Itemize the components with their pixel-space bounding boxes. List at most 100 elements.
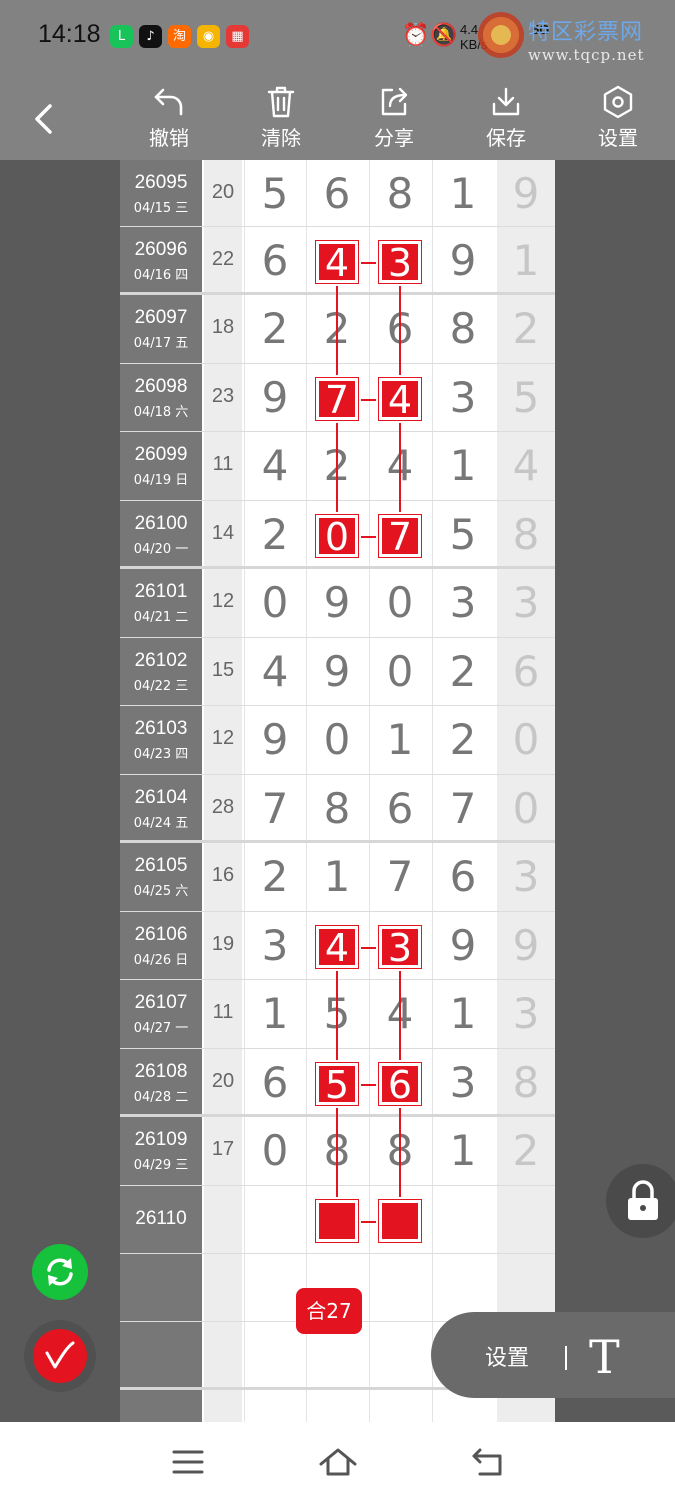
extra-digit-cell[interactable]: 0 [497,779,555,839]
marked-digit[interactable]: 7 [316,378,358,420]
digit-cell[interactable]: 7 [432,779,494,839]
digit-cell[interactable]: 1 [432,436,494,496]
extra-digit-cell[interactable]: 8 [497,505,555,565]
table-row: 26102 04/22 三 15 4 9 0 2 6 [120,638,555,706]
digit-cell[interactable]: 9 [306,573,368,633]
marked-digit[interactable] [379,1200,421,1242]
digit-cell[interactable]: 0 [244,1121,306,1181]
extra-digit-cell[interactable]: 1 [497,231,555,291]
digit-cell[interactable]: 7 [369,847,431,907]
digit-cell[interactable]: 1 [306,847,368,907]
marked-digit[interactable]: 3 [379,926,421,968]
digit-cell[interactable]: 2 [244,847,306,907]
digit-cell[interactable]: 9 [244,710,306,770]
marked-digit[interactable]: 6 [379,1063,421,1105]
network-speed-value: 4.4 [460,22,479,37]
marked-digit[interactable]: 4 [316,926,358,968]
home-button[interactable] [316,1442,360,1482]
text-tool-icon[interactable]: T [589,1330,620,1384]
share-button[interactable]: 分享 [349,80,439,156]
extra-digit-cell[interactable]: 2 [497,1121,555,1181]
digit-cell[interactable]: 5 [244,164,306,224]
marked-digit[interactable]: 4 [316,241,358,283]
digit-cell[interactable]: 9 [244,368,306,428]
digit-cell[interactable]: 0 [306,710,368,770]
extra-digit-cell[interactable]: 5 [497,368,555,428]
digit-cell[interactable]: 1 [432,984,494,1044]
extra-digit-cell[interactable]: 2 [497,299,555,359]
issue-number: 26097 [134,307,188,328]
trash-icon [267,86,295,118]
refresh-button[interactable] [32,1244,88,1300]
extra-digit-cell[interactable]: 3 [497,984,555,1044]
taobao-icon: 淘 [168,25,191,48]
digit-cell[interactable]: 9 [432,231,494,291]
marked-digit[interactable]: 7 [379,515,421,557]
settings-panel-toggle[interactable]: 设置 T [431,1312,675,1398]
table-row: 26103 04/23 四 12 9 0 1 2 0 [120,706,555,775]
extra-digit-cell[interactable]: 3 [497,847,555,907]
extra-digit-cell[interactable]: 4 [497,436,555,496]
back-button[interactable] [20,94,70,144]
digit-cell[interactable]: 8 [306,779,368,839]
digit-cell[interactable]: 6 [244,1053,306,1113]
digit-cell[interactable]: 2 [432,642,494,702]
mark-link-vertical [336,286,338,375]
digit-cell[interactable]: 1 [244,984,306,1044]
menu-button[interactable] [166,1442,210,1482]
number-chart-board[interactable]: 2609504/15 三20568192609604/16 四226439126… [120,160,555,1422]
digit-cell[interactable]: 4 [244,436,306,496]
extra-digit-cell[interactable]: 3 [497,573,555,633]
issue-number: 26105 [134,855,188,876]
extra-digit-cell[interactable]: 0 [497,710,555,770]
marked-digit[interactable]: 0 [316,515,358,557]
watermark-logo [478,12,524,58]
digit-cell[interactable]: 3 [432,1053,494,1113]
settings-button[interactable]: 设置 [573,80,663,156]
issue-date: 04/20 一 [133,542,189,557]
digit-cell[interactable]: 2 [432,710,494,770]
digit-cell[interactable]: 6 [244,231,306,291]
issue-date: 04/28 二 [133,1090,189,1105]
undo-button[interactable]: 撤销 [124,80,214,156]
digit-cell[interactable]: 6 [432,847,494,907]
extra-digit-cell[interactable]: 9 [497,916,555,976]
digit-cell[interactable]: 7 [244,779,306,839]
extra-digit-cell[interactable]: 6 [497,642,555,702]
marked-digit[interactable]: 4 [379,378,421,420]
mark-link-vertical [336,423,338,512]
digit-cell[interactable]: 5 [432,505,494,565]
extra-digit-cell[interactable]: 9 [497,164,555,224]
back-nav-button[interactable] [466,1442,510,1482]
digit-cell[interactable]: 2 [244,505,306,565]
save-button[interactable]: 保存 [461,80,551,156]
digit-cell[interactable]: 8 [369,164,431,224]
digit-cell[interactable]: 3 [432,368,494,428]
digit-cell[interactable]: 6 [369,779,431,839]
digit-cell[interactable]: 8 [432,299,494,359]
digit-cell[interactable]: 1 [432,164,494,224]
digit-cell[interactable]: 4 [244,642,306,702]
lock-button[interactable] [606,1164,675,1238]
digit-cell[interactable]: 0 [244,573,306,633]
digit-cell[interactable]: 9 [432,916,494,976]
marked-digit[interactable]: 5 [316,1063,358,1105]
marked-digit[interactable] [316,1200,358,1242]
marked-digit[interactable]: 3 [379,241,421,283]
digit-cell[interactable]: 0 [369,642,431,702]
pen-button[interactable] [24,1320,96,1392]
extra-digit-cell[interactable]: 8 [497,1053,555,1113]
issue-date: 04/23 四 [133,747,189,762]
clear-button[interactable]: 清除 [236,80,326,156]
digit-cell[interactable]: 6 [306,164,368,224]
digit-cell[interactable]: 1 [369,710,431,770]
clear-label: 清除 [261,126,301,150]
digit-cell[interactable]: 2 [244,299,306,359]
mark-link-horizontal [361,1084,376,1086]
digit-cell[interactable]: 3 [432,573,494,633]
digit-cell[interactable]: 1 [432,1121,494,1181]
sum-badge[interactable]: 合27 [296,1288,362,1334]
digit-cell[interactable]: 0 [369,573,431,633]
digit-cell[interactable]: 9 [306,642,368,702]
digit-cell[interactable]: 3 [244,916,306,976]
